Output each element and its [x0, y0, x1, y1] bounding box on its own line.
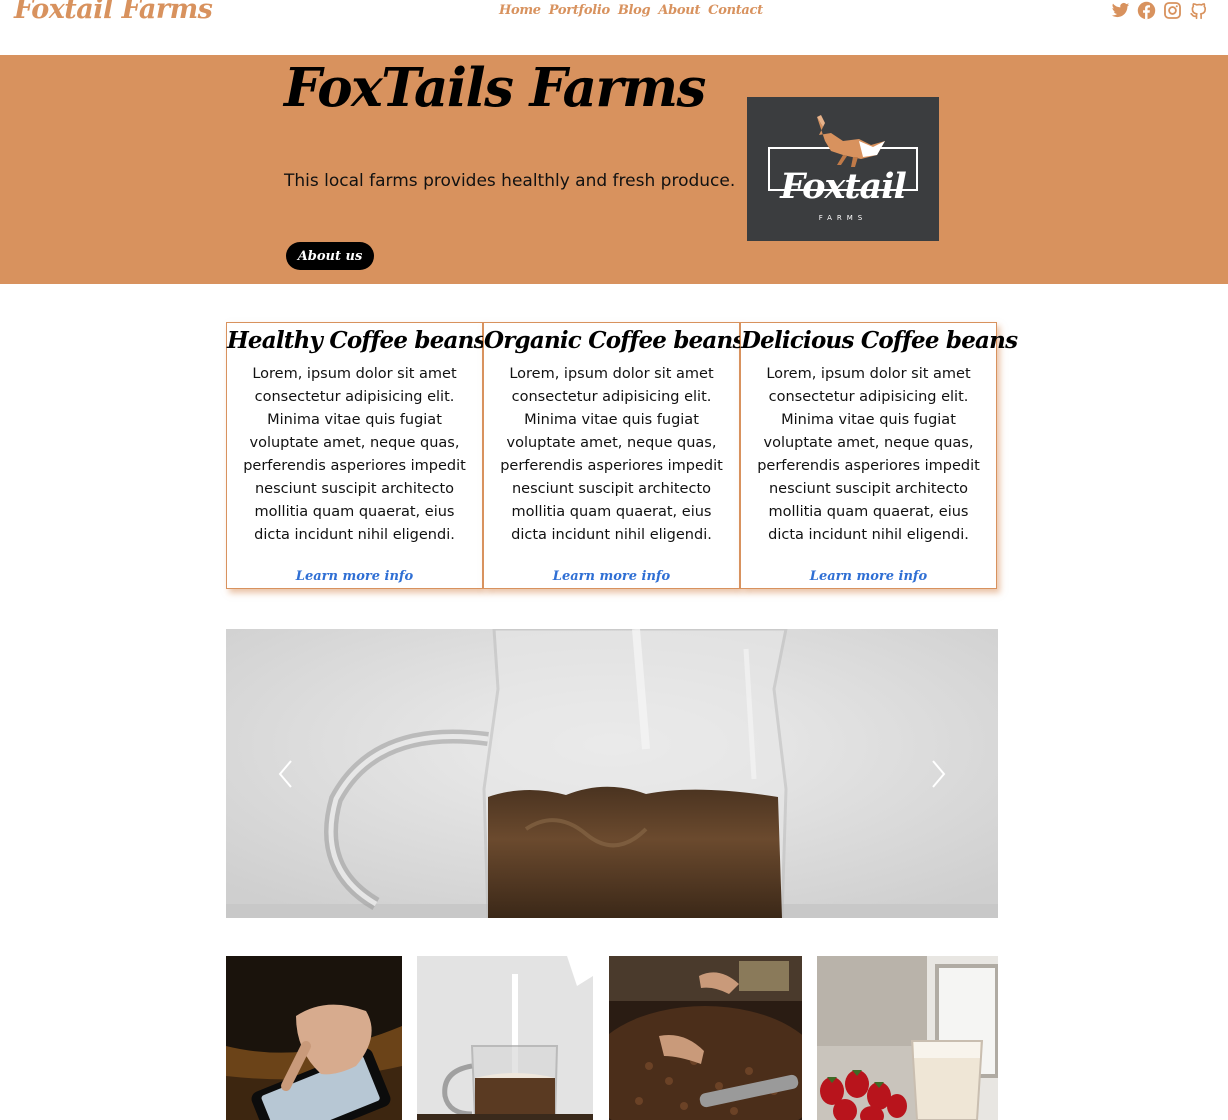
social-links	[1110, 0, 1208, 20]
feature-cards: Healthy Coffee beans Lorem, ipsum dolor …	[226, 322, 1018, 589]
feature-card: Organic Coffee beans Lorem, ipsum dolor …	[483, 322, 745, 589]
instagram-icon[interactable]	[1162, 0, 1182, 20]
gallery-thumbnail[interactable]	[609, 956, 802, 1120]
card-title: Healthy Coffee beans	[227, 327, 487, 354]
logo-wordmark: Foxtail	[780, 166, 907, 207]
milk-pour-photo	[417, 956, 593, 1120]
brand-logo-link[interactable]: Foxtail Farms	[14, 0, 213, 25]
logo-subtitle: FARMS	[818, 214, 868, 222]
hero-title: FoxTails Farms	[284, 57, 706, 119]
hero-tagline: This local farms provides healthly and f…	[284, 171, 736, 191]
phone-photo	[226, 956, 402, 1120]
card-body: Lorem, ipsum dolor sit amet consectetur …	[500, 366, 723, 543]
nav-link-about[interactable]: About	[658, 3, 700, 18]
twitter-icon[interactable]	[1110, 0, 1130, 20]
gallery-thumbnail[interactable]	[817, 956, 998, 1120]
card-title: Delicious Coffee beans	[741, 327, 1018, 354]
carousel-prev-button[interactable]	[273, 757, 297, 791]
learn-more-link[interactable]: Learn more info	[741, 569, 996, 584]
chevron-right-icon	[932, 760, 946, 788]
facebook-icon[interactable]	[1136, 0, 1156, 20]
feature-card: Delicious Coffee beans Lorem, ipsum dolo…	[740, 322, 1018, 589]
coffee-roaster-photo	[609, 956, 802, 1120]
nav-links: Home Portfolio Blog About Contact	[499, 3, 763, 18]
feature-card: Healthy Coffee beans Lorem, ipsum dolor …	[226, 322, 487, 589]
card-body: Lorem, ipsum dolor sit amet consectetur …	[243, 366, 466, 543]
gallery-thumbnail[interactable]	[417, 956, 593, 1120]
nav-link-blog[interactable]: Blog	[618, 3, 651, 18]
chevron-left-icon	[278, 760, 292, 788]
github-icon[interactable]	[1188, 0, 1208, 20]
nav-link-portfolio[interactable]: Portfolio	[549, 3, 610, 18]
card-body: Lorem, ipsum dolor sit amet consectetur …	[757, 366, 980, 543]
hero-banner: FoxTails Farms This local farms provides…	[0, 55, 1228, 284]
top-navbar: Foxtail Farms Home Portfolio Blog About …	[0, 0, 1228, 55]
image-carousel	[226, 629, 998, 918]
carousel-slide-image	[226, 629, 998, 918]
card-title: Organic Coffee beans	[484, 327, 745, 354]
learn-more-link[interactable]: Learn more info	[484, 569, 739, 584]
learn-more-link[interactable]: Learn more info	[227, 569, 482, 584]
latte-strawberries-photo	[817, 956, 998, 1120]
foxtail-farms-logo: Foxtail FARMS	[747, 97, 939, 241]
carousel-next-button[interactable]	[927, 757, 951, 791]
gallery-thumbnail[interactable]	[226, 956, 402, 1120]
nav-link-contact[interactable]: Contact	[708, 3, 763, 18]
nav-link-home[interactable]: Home	[499, 3, 541, 18]
fox-icon	[817, 115, 885, 167]
about-us-button[interactable]: About us	[286, 242, 374, 270]
